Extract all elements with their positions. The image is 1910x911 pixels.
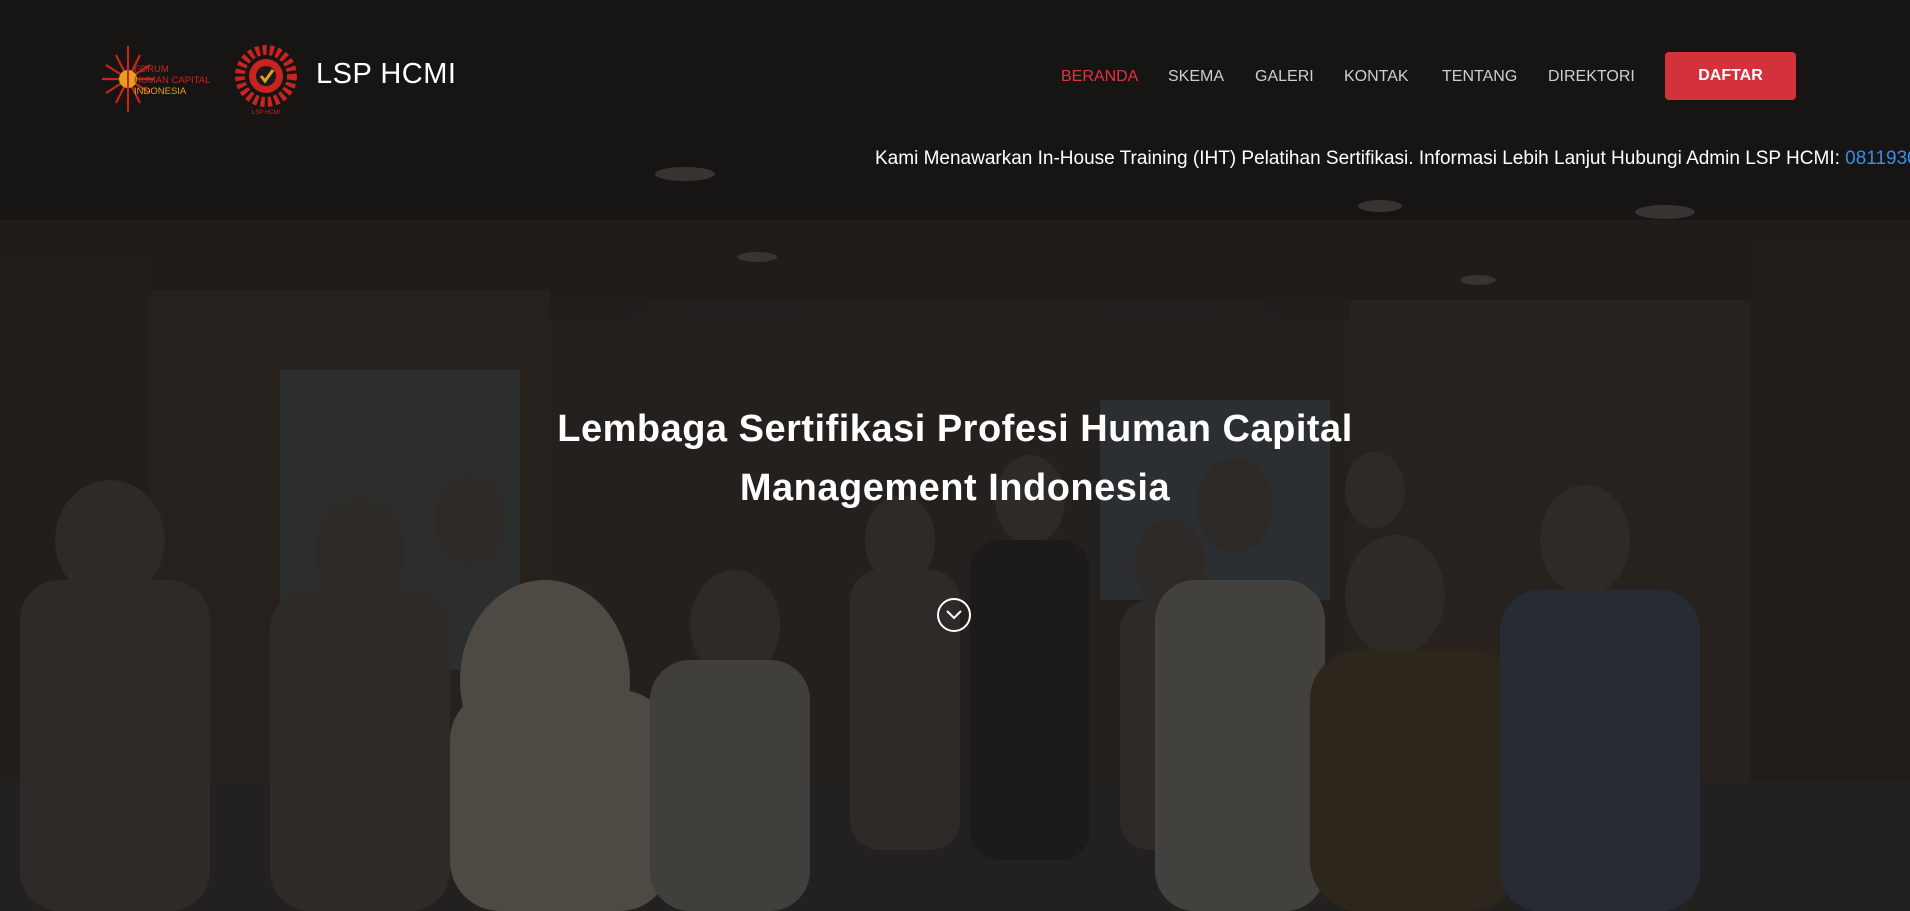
fhci-logo-text-line: HUMAN CAPITAL (134, 75, 211, 86)
fhci-logo[interactable]: FORUM HUMAN CAPITAL INDONESIA (100, 44, 214, 114)
daftar-button[interactable]: DAFTAR (1665, 52, 1796, 100)
scroll-down-button[interactable] (937, 598, 971, 632)
nav-item-skema[interactable]: SKEMA (1168, 68, 1224, 86)
nav-item-galeri[interactable]: GALERI (1255, 68, 1314, 86)
ticker-phone-link[interactable]: 08119308 (1845, 148, 1910, 169)
lsp-sunburst-icon: LSP HCMI (235, 45, 297, 116)
nav-item-kontak[interactable]: KONTAK (1344, 68, 1409, 86)
announcement-ticker: Kami Menawarkan In-House Training (IHT) … (875, 148, 1910, 170)
lsp-hcmi-logo[interactable]: LSP HCMI (232, 42, 300, 116)
svg-text:LSP HCMI: LSP HCMI (252, 110, 281, 116)
nav-item-beranda[interactable]: BERANDA (1061, 68, 1138, 86)
ticker-text: Kami Menawarkan In-House Training (IHT) … (875, 148, 1846, 169)
fhci-logo-text-line: INDONESIA (134, 86, 187, 97)
nav-item-tentang[interactable]: TENTANG (1442, 68, 1517, 86)
fhci-logo-text-line: FORUM (134, 64, 169, 75)
site-header: FORUM HUMAN CAPITAL INDONESIA LSP HCMI L… (0, 0, 1910, 150)
hero-title: Lembaga Sertifikasi Profesi Human Capita… (557, 408, 1353, 509)
nav-item-direktori[interactable]: DIREKTORI (1548, 68, 1635, 86)
chevron-down-icon (946, 610, 962, 620)
site-brand-name[interactable]: LSP HCMI (316, 58, 456, 91)
